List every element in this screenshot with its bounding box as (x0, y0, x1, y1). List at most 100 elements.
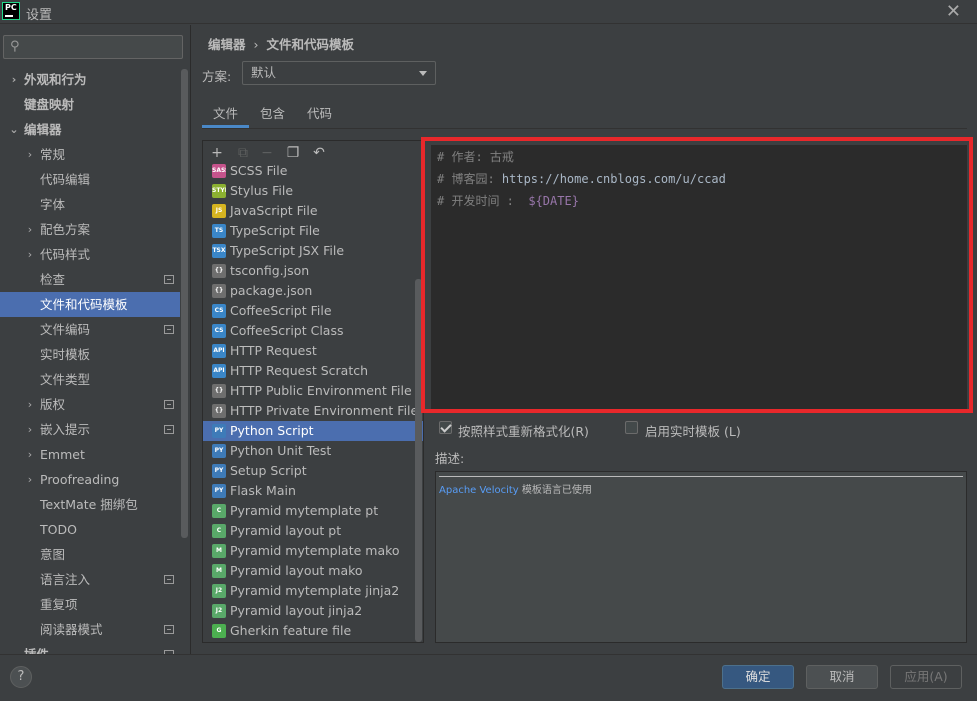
close-icon[interactable]: ✕ (946, 1, 961, 22)
tab-2[interactable]: 代码 (296, 104, 343, 128)
sidebar-item[interactable]: 意图 (0, 542, 180, 567)
project-scope-icon (164, 425, 174, 434)
chevron-right-icon[interactable]: › (24, 467, 36, 492)
template-list-item[interactable]: PY Setup Script (203, 461, 423, 481)
template-list-item[interactable]: M Pyramid layout mako (203, 561, 423, 581)
sidebar-item[interactable]: ⌄ 编辑器 (0, 117, 180, 142)
chevron-right-icon[interactable]: › (24, 242, 36, 267)
sidebar-item[interactable]: 文件类型 (0, 367, 180, 392)
template-code-editor[interactable]: # 作者: 古戒 # 博客园: https://home.cnblogs.com… (431, 145, 967, 411)
template-list-item[interactable]: J2 Pyramid mytemplate jinja2 (203, 581, 423, 601)
date-variable: ${DATE} (528, 194, 579, 208)
template-label: Python Script (230, 423, 314, 438)
sidebar-item[interactable]: 键盘映射 (0, 92, 180, 117)
scheme-dropdown[interactable]: 默认 (242, 61, 436, 85)
sidebar-scrollbar[interactable] (181, 69, 188, 538)
sidebar-item-label: 语言注入 (40, 572, 91, 587)
sidebar-item-label: 插件 (24, 642, 49, 654)
sidebar-item[interactable]: 实时模板 (0, 342, 180, 367)
template-list-item[interactable]: J2 Pyramid layout jinja2 (203, 601, 423, 621)
sidebar-item[interactable]: › Proofreading (0, 467, 180, 492)
template-list-item[interactable]: CS CoffeeScript File (203, 301, 423, 321)
file-type-icon: {} (212, 404, 226, 418)
copy-icon[interactable]: ❐ (285, 144, 301, 162)
template-label: HTTP Private Environment File (230, 403, 419, 418)
template-list-scrollbar[interactable] (415, 279, 422, 642)
sidebar-item[interactable]: › Emmet (0, 442, 180, 467)
template-list-item[interactable]: {} package.json (203, 281, 423, 301)
sidebar-item[interactable]: › 版权 (0, 392, 180, 417)
sidebar-item-label: 键盘映射 (24, 97, 75, 112)
template-list-item[interactable]: TS TypeScript File (203, 221, 423, 241)
tab-0[interactable]: 文件 (202, 104, 250, 128)
sidebar-item[interactable]: 检查 (0, 267, 180, 292)
ok-button[interactable]: 确定 (722, 665, 794, 689)
template-list-item[interactable]: CS CoffeeScript Class (203, 321, 423, 341)
sidebar-item[interactable]: › 嵌入提示 (0, 417, 180, 442)
sidebar-item[interactable]: TODO (0, 517, 180, 542)
sidebar-item-label: TODO (40, 522, 77, 537)
template-list-item[interactable]: C Pyramid layout pt (203, 521, 423, 541)
sidebar-item[interactable]: 阅读器模式 (0, 617, 180, 642)
help-button[interactable]: ? (10, 666, 32, 688)
chevron-right-icon[interactable]: › (24, 217, 36, 242)
sidebar-item[interactable]: 插件 (0, 642, 180, 654)
template-label: Pyramid layout pt (230, 523, 342, 538)
sidebar-item[interactable]: TextMate 捆绑包 (0, 492, 180, 517)
cancel-button[interactable]: 取消 (806, 665, 878, 689)
project-scope-icon (164, 625, 174, 634)
chevron-right-icon[interactable]: › (8, 67, 20, 92)
template-list-item[interactable]: TSX TypeScript JSX File (203, 241, 423, 261)
sidebar-item[interactable]: › 配色方案 (0, 217, 180, 242)
sidebar-item-label: 检查 (40, 272, 66, 287)
template-label: CoffeeScript Class (230, 323, 344, 338)
velocity-link[interactable]: Apache Velocity (439, 485, 519, 496)
live-template-label[interactable]: 启用实时模板 (L) (645, 421, 741, 440)
sidebar-item[interactable]: 语言注入 (0, 567, 180, 592)
tab-1[interactable]: 包含 (249, 104, 296, 128)
sidebar-item[interactable]: 文件编码 (0, 317, 180, 342)
template-list-item[interactable]: JS JavaScript File (203, 201, 423, 221)
reformat-label[interactable]: 按照样式重新格式化(R) (458, 421, 589, 440)
template-list-item[interactable]: G Gherkin feature file (203, 621, 423, 641)
reformat-checkbox[interactable] (439, 421, 452, 434)
sidebar-item[interactable]: 代码编辑 (0, 167, 180, 192)
template-list-item[interactable]: API HTTP Request (203, 341, 423, 361)
sidebar-item-label: 代码样式 (40, 247, 91, 262)
reset-icon[interactable]: ↶ (311, 144, 327, 162)
template-list-item[interactable]: PY Python Unit Test (203, 441, 423, 461)
search-input[interactable]: ⚲ (3, 35, 183, 59)
chevron-down-icon[interactable]: ⌄ (8, 117, 20, 142)
chevron-right-icon[interactable]: › (24, 142, 36, 167)
chevron-right-icon[interactable]: › (24, 442, 36, 467)
template-list-item[interactable]: M Pyramid mytemplate mako (203, 541, 423, 561)
file-type-icon: CS (212, 304, 226, 318)
title-bar: PC 设置 ✕ (0, 0, 977, 24)
breadcrumb-parent[interactable]: 编辑器 (208, 37, 246, 52)
template-label: Stylus File (230, 183, 294, 198)
sidebar-item[interactable]: 字体 (0, 192, 180, 217)
sidebar-item[interactable]: 文件和代码模板 (0, 292, 180, 317)
chevron-right-icon[interactable]: › (24, 417, 36, 442)
live-template-checkbox[interactable] (625, 421, 638, 434)
template-list-item[interactable]: PY Python Script (203, 421, 423, 441)
template-list-item[interactable]: C Pyramid mytemplate pt (203, 501, 423, 521)
template-list-item[interactable]: {} HTTP Public Environment File (203, 381, 423, 401)
template-list-item[interactable]: SASS SCSS File (203, 161, 423, 181)
template-list-item[interactable]: {} tsconfig.json (203, 261, 423, 281)
sidebar-item[interactable]: 重复项 (0, 592, 180, 617)
template-list-item[interactable]: API HTTP Request Scratch (203, 361, 423, 381)
sidebar-item[interactable]: › 外观和行为 (0, 67, 180, 92)
template-list-item[interactable]: {} HTTP Private Environment File (203, 401, 423, 421)
apply-button[interactable]: 应用(A) (890, 665, 962, 689)
template-list-item[interactable]: STYL Stylus File (203, 181, 423, 201)
project-scope-icon (164, 325, 174, 334)
template-list-item[interactable]: PY Flask Main (203, 481, 423, 501)
template-label: TypeScript File (230, 223, 320, 238)
sidebar-item[interactable]: › 常规 (0, 142, 180, 167)
sidebar-item[interactable]: › 代码样式 (0, 242, 180, 267)
blog-comment-prefix: # 博客园: (437, 172, 502, 186)
file-type-icon: J2 (212, 604, 226, 618)
add-icon[interactable]: + (209, 144, 225, 162)
chevron-right-icon[interactable]: › (24, 392, 36, 417)
